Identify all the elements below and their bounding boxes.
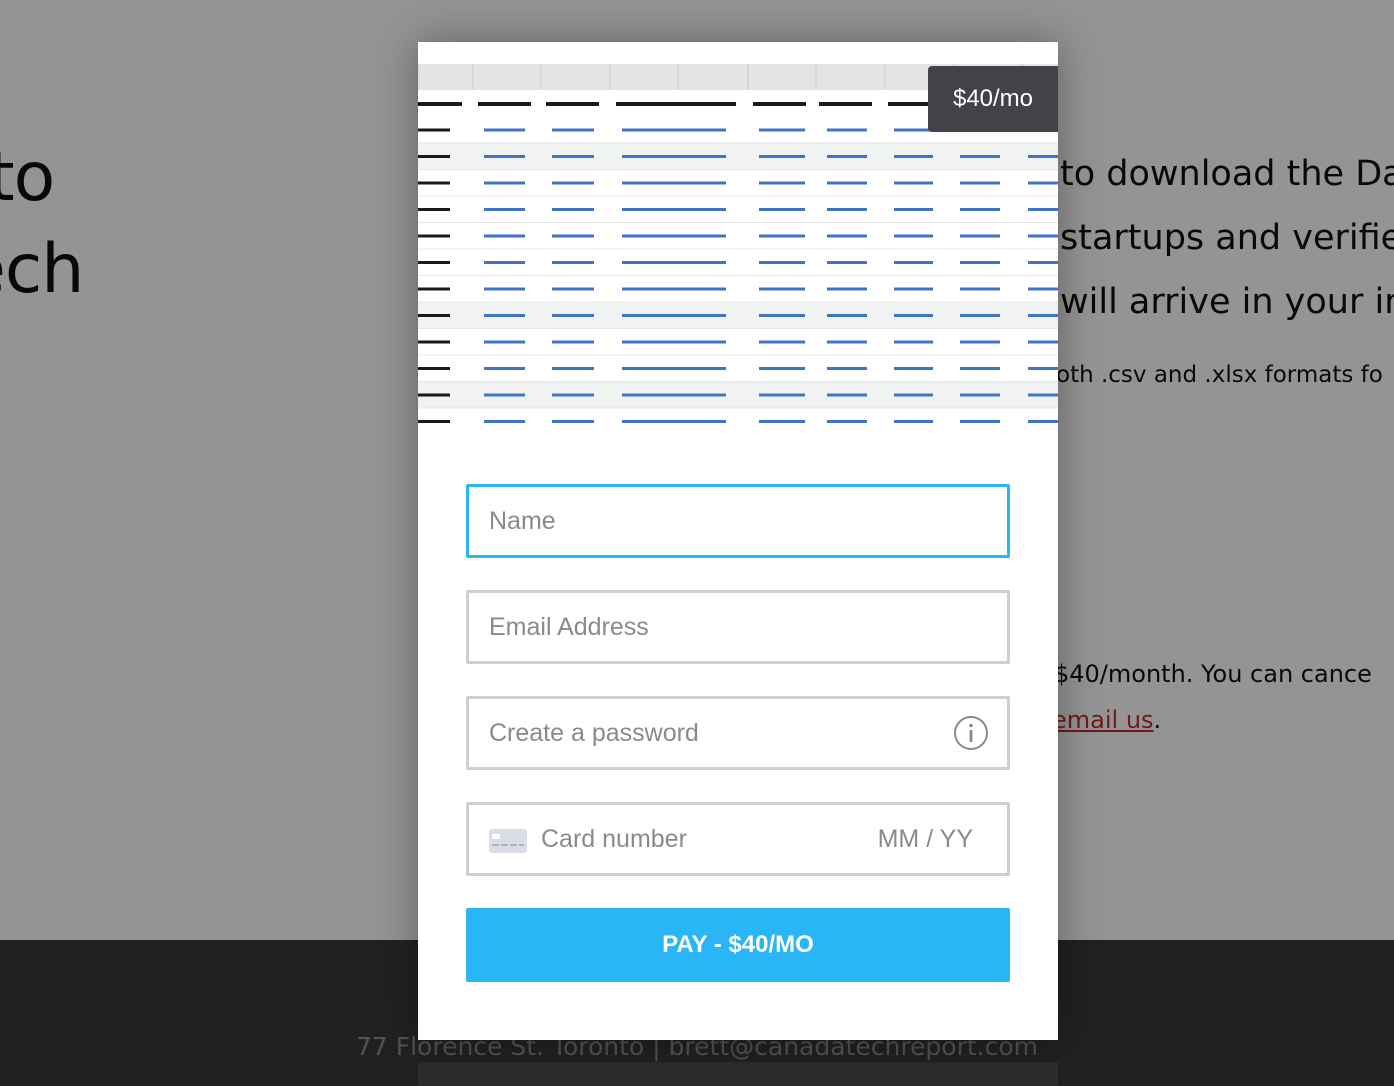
email-field <box>466 590 1010 664</box>
price-badge: $40/mo <box>928 66 1058 132</box>
modal-bottom-strip <box>418 1062 1058 1086</box>
page: to ech to download the Da startups and v… <box>0 0 1394 1086</box>
pay-button[interactable]: PAY - $40/MO <box>466 908 1010 982</box>
password-input[interactable] <box>469 699 1007 767</box>
name-input[interactable] <box>469 487 1007 555</box>
checkout-modal: $40/mo Name Email Address Card number MM… <box>418 42 1058 1040</box>
password-field <box>466 696 1010 770</box>
email-input[interactable] <box>469 593 1007 661</box>
checkout-form: MM / YY PAY - $40/MO <box>466 484 1010 982</box>
card-expiry-input[interactable]: MM / YY <box>878 805 973 873</box>
info-icon[interactable] <box>953 715 989 751</box>
name-field <box>466 484 1010 558</box>
card-field: MM / YY <box>466 802 1010 876</box>
